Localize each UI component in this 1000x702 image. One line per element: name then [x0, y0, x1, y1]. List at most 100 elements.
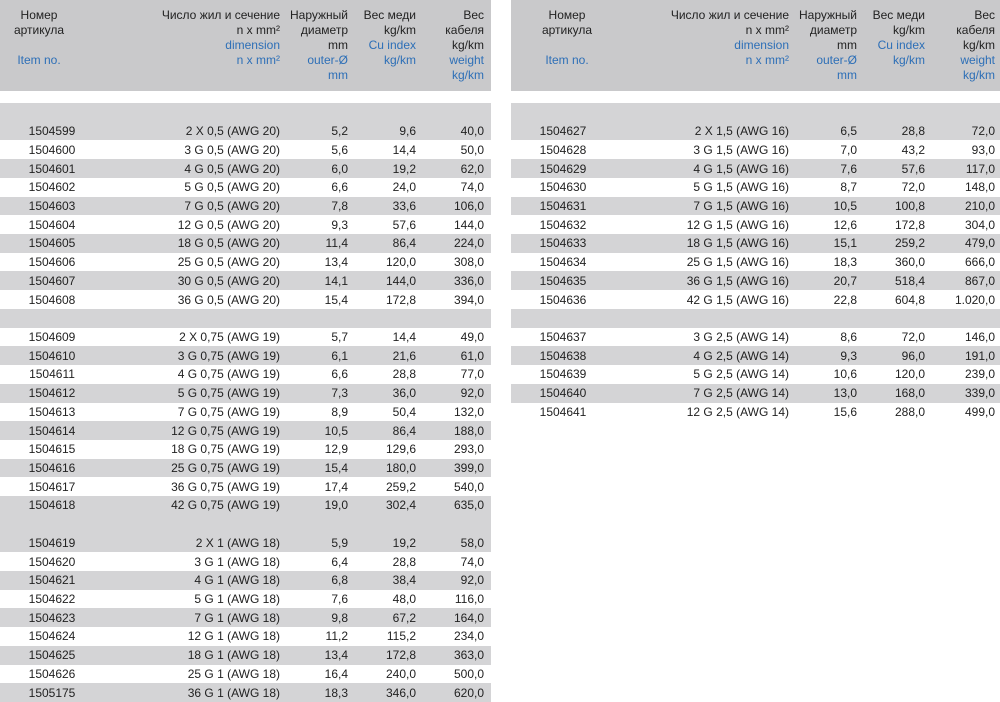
dimension-cell: 18 G 0,5 (AWG 20) [177, 236, 280, 251]
table-row: 1504626 25 G 1 (AWG 18) 16,4 240,0 500,0 [0, 665, 491, 684]
header-weight-en-1: weight [960, 53, 995, 67]
cu-index-cell: 57,6 [901, 161, 925, 176]
dimension-cell: 12 G 0,5 (AWG 20) [177, 217, 280, 232]
dimension-cell: 3 G 2,5 (AWG 14) [693, 329, 789, 344]
item-no-cell: 1504629 [539, 161, 587, 176]
header-weight-ru-1: Вес [974, 8, 995, 22]
outer-diameter-cell: 15,1 [833, 236, 857, 251]
table-row: 1504608 36 G 0,5 (AWG 20) 15,4 172,8 394,0 [0, 290, 491, 309]
table-row: 1504614 12 G 0,75 (AWG 19) 10,5 86,4 188,0 [0, 421, 491, 440]
table-row: 1504639 5 G 2,5 (AWG 14) 10,6 120,0 239,0 [511, 365, 1000, 384]
dimension-cell: 5 G 2,5 (AWG 14) [693, 367, 789, 382]
table-row: 1504615 18 G 0,75 (AWG 19) 12,9 129,6 293,0 [0, 440, 491, 459]
outer-diameter-cell: 9,3 [840, 348, 857, 363]
outer-diameter-cell: 12,6 [833, 217, 857, 232]
header-cu-index-en-2: kg/km [383, 53, 416, 67]
weight-cell: 239,0 [964, 367, 995, 382]
outer-diameter-cell: 7,8 [331, 198, 348, 213]
item-no-cell: 1504622 [28, 592, 76, 607]
header-weight-ru-1: Вес [463, 8, 484, 22]
weight-cell: 635,0 [453, 498, 484, 513]
dimension-cell: 7 G 0,5 (AWG 20) [184, 198, 280, 213]
outer-diameter-cell: 22,8 [833, 292, 857, 307]
weight-cell: 540,0 [453, 479, 484, 494]
item-no-cell: 1504621 [28, 573, 76, 588]
item-no-cell: 1504639 [539, 367, 587, 382]
header-dimension-ru-2: n x mm² [236, 23, 280, 37]
cu-index-cell: 120,0 [894, 367, 925, 382]
cu-index-cell: 19,2 [392, 161, 416, 176]
table-row: 1505175 36 G 1 (AWG 18) 18,3 346,0 620,0 [0, 683, 491, 702]
outer-diameter-cell: 7,6 [840, 161, 857, 176]
header-gap [0, 91, 491, 103]
item-no-cell: 1504637 [539, 329, 587, 344]
weight-cell: 224,0 [453, 236, 484, 251]
weight-cell: 148,0 [964, 180, 995, 195]
cu-index-cell: 144,0 [385, 273, 416, 288]
item-no-cell: 1504626 [28, 666, 76, 681]
item-no-cell: 1504603 [28, 198, 76, 213]
weight-cell: 117,0 [965, 161, 995, 176]
table-row: 1504605 18 G 0,5 (AWG 20) 11,4 86,4 224,0 [0, 234, 491, 253]
weight-cell: 499,0 [964, 404, 995, 419]
dimension-cell: 2 X 0,75 (AWG 19) [179, 329, 280, 344]
weight-cell: 74,0 [460, 180, 484, 195]
header-outer-diameter-en-2: mm [328, 68, 348, 82]
outer-diameter-cell: 5,2 [331, 124, 348, 139]
table-row: 1504636 42 G 1,5 (AWG 16) 22,8 604,8 1.020,0 [511, 290, 1000, 309]
dimension-cell: 12 G 0,75 (AWG 19) [171, 423, 280, 438]
header-outer-diameter-ru-2: диаметр [809, 23, 857, 37]
weight-cell: 293,0 [453, 442, 484, 457]
item-no-cell: 1504619 [28, 535, 76, 550]
table-row: 1504623 7 G 1 (AWG 18) 9,8 67,2 164,0 [0, 608, 491, 628]
outer-diameter-cell: 10,6 [833, 367, 857, 382]
outer-diameter-cell: 10,5 [324, 423, 348, 438]
dimension-cell: 5 G 0,5 (AWG 20) [184, 180, 280, 195]
header-cu-index-en-2: kg/km [892, 53, 925, 67]
table-row: 1504622 5 G 1 (AWG 18) 7,6 48,0 116,0 [0, 590, 491, 609]
weight-cell: 479,0 [964, 236, 995, 251]
cu-index-cell: 14,4 [392, 329, 416, 344]
header-cu-index-en-1: Cu index [877, 38, 925, 52]
table-row: 1504629 4 G 1,5 (AWG 16) 7,6 57,6 117,0 [511, 159, 1000, 178]
table-row: 1504630 5 G 1,5 (AWG 16) 8,7 72,0 148,0 [511, 178, 1000, 197]
header-outer-diameter-ru-3: mm [328, 38, 348, 52]
table-row: 1504600 3 G 0,5 (AWG 20) 5,6 14,4 50,0 [0, 140, 491, 159]
dimension-cell: 30 G 0,5 (AWG 20) [177, 273, 280, 288]
dimension-cell: 3 G 1,5 (AWG 16) [693, 142, 789, 157]
outer-diameter-cell: 6,0 [331, 161, 348, 176]
cu-index-cell: 172,8 [894, 217, 925, 232]
header-outer-diameter-en-2: mm [837, 68, 857, 82]
header-dimension-ru-1: Число жил и сечение [161, 8, 280, 22]
item-no-cell: 1504607 [28, 273, 76, 288]
outer-diameter-cell: 15,4 [324, 292, 348, 307]
cable-table-left: Номер артикула Item no. Число жил и сече… [0, 0, 491, 702]
weight-cell: 49,0 [460, 329, 484, 344]
cu-index-cell: 518,4 [894, 273, 925, 288]
cu-index-cell: 172,8 [385, 292, 416, 307]
header-weight: Вес кабеля kg/km weight kg/km [929, 8, 995, 83]
dimension-cell: 18 G 1,5 (AWG 16) [686, 236, 789, 251]
weight-cell: 144,0 [453, 217, 484, 232]
header-cu-index-en-1: Cu index [368, 38, 416, 52]
header-item-no-ru-2: артикула [541, 23, 593, 37]
header-weight-ru-2: кабеля [956, 23, 995, 37]
header-item-no: Номер артикула Item no. [0, 8, 78, 68]
dimension-cell: 25 G 1,5 (AWG 16) [686, 255, 789, 270]
dimension-cell: 18 G 0,75 (AWG 19) [171, 442, 280, 457]
outer-diameter-cell: 6,6 [331, 367, 348, 382]
dimension-cell: 4 G 2,5 (AWG 14) [693, 348, 789, 363]
dimension-cell: 2 X 1,5 (AWG 16) [694, 124, 789, 139]
cu-index-cell: 72,0 [901, 180, 925, 195]
item-no-cell: 1504606 [28, 255, 76, 270]
dimension-cell: 36 G 0,5 (AWG 20) [177, 292, 280, 307]
dimension-cell: 3 G 1 (AWG 18) [194, 554, 280, 569]
outer-diameter-cell: 8,6 [840, 329, 857, 344]
weight-cell: 620,0 [453, 685, 484, 700]
outer-diameter-cell: 18,3 [324, 685, 348, 700]
cu-index-cell: 259,2 [385, 479, 416, 494]
cu-index-cell: 28,8 [392, 554, 416, 569]
item-no-cell: 1504611 [29, 367, 75, 382]
table-row: 1504640 7 G 2,5 (AWG 14) 13,0 168,0 339,0 [511, 383, 1000, 403]
cu-index-cell: 43,2 [901, 142, 925, 157]
